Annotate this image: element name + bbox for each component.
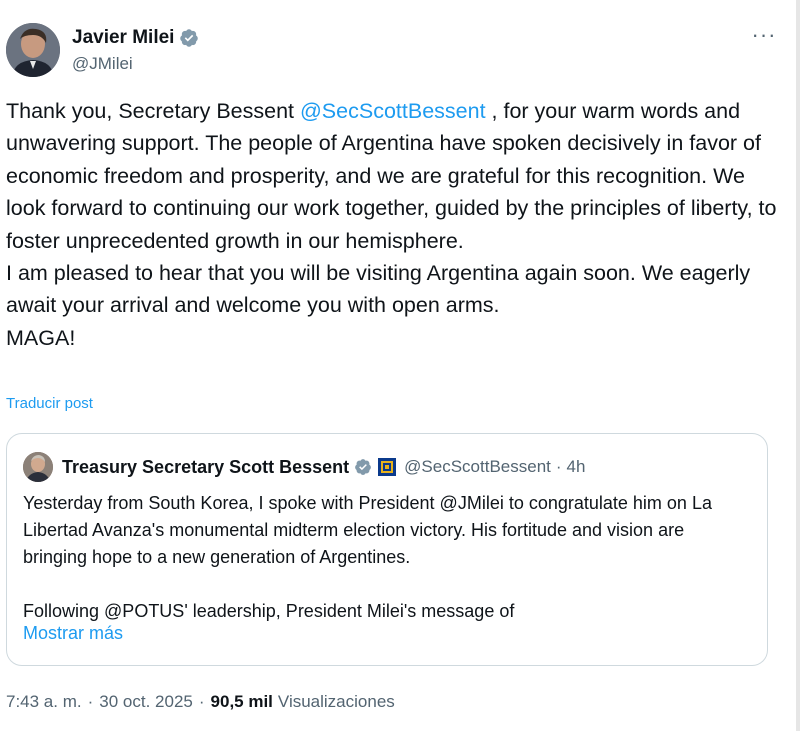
author-avatar[interactable] <box>6 23 60 77</box>
quote-author-name: Treasury Secretary Scott Bessent <box>62 456 350 477</box>
show-more-link[interactable]: Mostrar más <box>23 623 123 644</box>
post-paragraph-1: Thank you, Secretary Bessent @SecScottBe… <box>6 99 777 253</box>
post-paragraph-2: I am pleased to hear that you will be vi… <box>6 261 751 318</box>
post-time[interactable]: 7:43 a. m. <box>6 692 82 712</box>
window-edge <box>796 0 800 731</box>
quote-header: Treasury Secretary Scott Bessent @SecSco… <box>23 452 585 482</box>
quote-timestamp: 4h <box>566 457 586 476</box>
post-header: Javier Milei @JMilei ··· <box>6 20 786 80</box>
post-date[interactable]: 30 oct. 2025 <box>99 692 193 712</box>
more-options-icon[interactable]: ··· <box>746 20 782 50</box>
translate-post-link[interactable]: Traducir post <box>6 395 93 412</box>
author-handle[interactable]: @JMilei <box>72 54 199 74</box>
post-text: Thank you, Secretary Bessent @SecScottBe… <box>6 95 786 354</box>
quote-text: Yesterday from South Korea, I spoke with… <box>23 490 753 625</box>
meta-separator: · <box>198 692 205 711</box>
quote-separator: · <box>555 457 562 476</box>
mention-link[interactable]: @SecScottBessent <box>300 99 486 123</box>
post-meta: 7:43 a. m. · 30 oct. 2025 · 90,5 mil Vis… <box>6 692 395 712</box>
quote-paragraph-1: Yesterday from South Korea, I spoke with… <box>23 493 712 567</box>
views-label: Visualizaciones <box>277 692 395 711</box>
post-paragraph-3: MAGA! <box>6 325 76 350</box>
verified-badge-icon <box>355 459 372 475</box>
views-count: 90,5 mil <box>210 692 273 711</box>
quote-author-handle: @SecScottBessent <box>404 457 551 476</box>
author-name[interactable]: Javier Milei <box>72 27 174 49</box>
meta-separator: · <box>87 692 94 711</box>
treasury-flag-icon <box>378 458 397 476</box>
author-info: Javier Milei @JMilei <box>72 26 199 74</box>
quote-author-avatar <box>23 452 53 482</box>
quoted-post[interactable]: Treasury Secretary Scott Bessent @SecSco… <box>6 433 768 666</box>
verified-badge-icon <box>180 29 199 47</box>
quote-paragraph-2: Following @POTUS' leadership, President … <box>23 601 515 621</box>
